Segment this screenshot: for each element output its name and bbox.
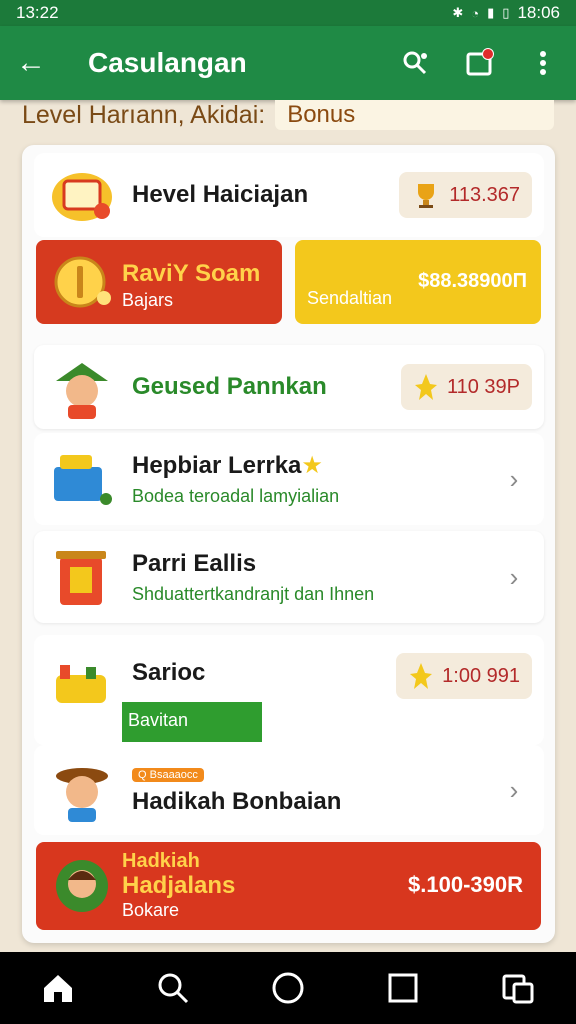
app-bar: ← Casulangan [0, 26, 576, 100]
cowboy-illustration-icon [56, 768, 108, 822]
level-label: Level Harıann, Akidai: [22, 100, 266, 129]
battery-icon: ▯ [502, 5, 510, 20]
list-item-sarioc[interactable]: Sarioc 1:00 991 [34, 635, 544, 745]
promo-subtitle: Sendaltian [307, 288, 393, 308]
value-pill: 110 39P [400, 364, 532, 410]
character-illustration-icon [56, 363, 108, 419]
bluetooth-icon: ✱ [452, 5, 464, 20]
row-subtitle: Bodea teroadal lamyialian [132, 486, 340, 506]
row-tag: Q Bsaaaocc [132, 767, 204, 782]
row-title: Hadikah Bonbaian [132, 787, 342, 815]
row-title: Hepbiar Lerrka★ [132, 452, 323, 479]
value-pill: 113.367 [399, 172, 532, 218]
green-badge[interactable]: Bavitan [122, 702, 262, 742]
promo-amount: $.100-390R [408, 872, 523, 897]
promo-tile-red[interactable]: RaviY Soam Bajars [36, 240, 282, 324]
signal-icon: ▮ [487, 5, 495, 20]
list-item-hepbiar[interactable]: Hepbiar Lerrka★ Bodea teroadal lamyialia… [34, 433, 544, 525]
wifi-icon: ◔ [471, 5, 480, 21]
value-pill: 1:00 991 [396, 653, 532, 699]
ticket-illustration-icon [52, 173, 112, 221]
status-time: 13:22 [16, 3, 59, 22]
chest-illustration-icon [54, 455, 112, 505]
list-item-parri[interactable]: Parri Eallis Shduattertkandranjt dan Ihn… [34, 531, 544, 623]
promo-line1: Hadkiah [122, 850, 200, 872]
more-vert-icon[interactable] [526, 46, 560, 80]
list-item-geused[interactable]: Geused Pannkan 110 39P [34, 345, 544, 429]
chevron-right-icon: › [509, 774, 519, 805]
star-icon [410, 663, 433, 689]
app-actions [398, 46, 560, 80]
star-icon [414, 374, 437, 400]
promo-amount: $88.38900П [418, 270, 527, 292]
list-item-hadikah[interactable]: Q Bsaaaocc Hadikah Bonbaian › [34, 745, 544, 835]
circle-home-icon[interactable] [258, 958, 318, 1018]
promo-title: RaviY Soam [122, 260, 261, 287]
treasure-illustration-icon [56, 665, 106, 703]
inbox-icon[interactable] [462, 46, 496, 80]
main-card: Hevel Haiciajan 113.367 RaviY Soam Bajar… [22, 145, 555, 943]
chevron-right-icon: › [509, 561, 519, 592]
back-arrow-icon[interactable]: ← [16, 48, 60, 78]
promo-line3: Bokare [122, 900, 180, 920]
trophy-icon [418, 184, 435, 208]
square-recents-icon[interactable] [373, 958, 433, 1018]
search-user-icon[interactable] [398, 46, 432, 80]
star-icon: ★ [301, 452, 323, 479]
promo-line2: Hadjalans [122, 872, 236, 899]
character-avatar-icon [56, 860, 108, 912]
gift-illustration-icon [56, 551, 106, 605]
status-icons: ✱ ◔ ▮ ▯ 18:06 [452, 3, 560, 23]
row-value: 1:00 991 [442, 664, 520, 687]
promo-banner[interactable]: Hadkiah Hadjalans Bokare $.100-390R [36, 842, 541, 930]
level-bar: Level Harıann, Akidai: Bonus [22, 100, 554, 130]
page-title: Casulangan [88, 47, 247, 78]
promo-tile-yellow[interactable]: $88.38900П Sendaltian [295, 240, 541, 324]
bottom-nav [0, 952, 576, 1024]
search-icon[interactable] [143, 958, 203, 1018]
chevron-right-icon: › [509, 463, 519, 494]
home-icon[interactable] [28, 958, 88, 1018]
coin-icon [54, 256, 111, 308]
row-subtitle: Shduattertkandranjt dan Ihnen [132, 583, 375, 604]
row-value: 110 39P [446, 375, 520, 398]
multiwindow-icon[interactable] [488, 958, 548, 1018]
promo-subtitle: Bajars [122, 290, 174, 310]
status-bar: 13:22 ✱ ◔ ▮ ▯ 18:06 [0, 0, 576, 26]
row-value: 113.367 [449, 183, 520, 206]
bonus-label[interactable]: Bonus [275, 100, 554, 130]
row-title: Parri Eallis [132, 549, 257, 577]
notification-badge [482, 48, 494, 60]
list-item-hevel[interactable]: Hevel Haiciajan 113.367 [34, 153, 544, 237]
status-right-time: 18:06 [517, 3, 560, 22]
